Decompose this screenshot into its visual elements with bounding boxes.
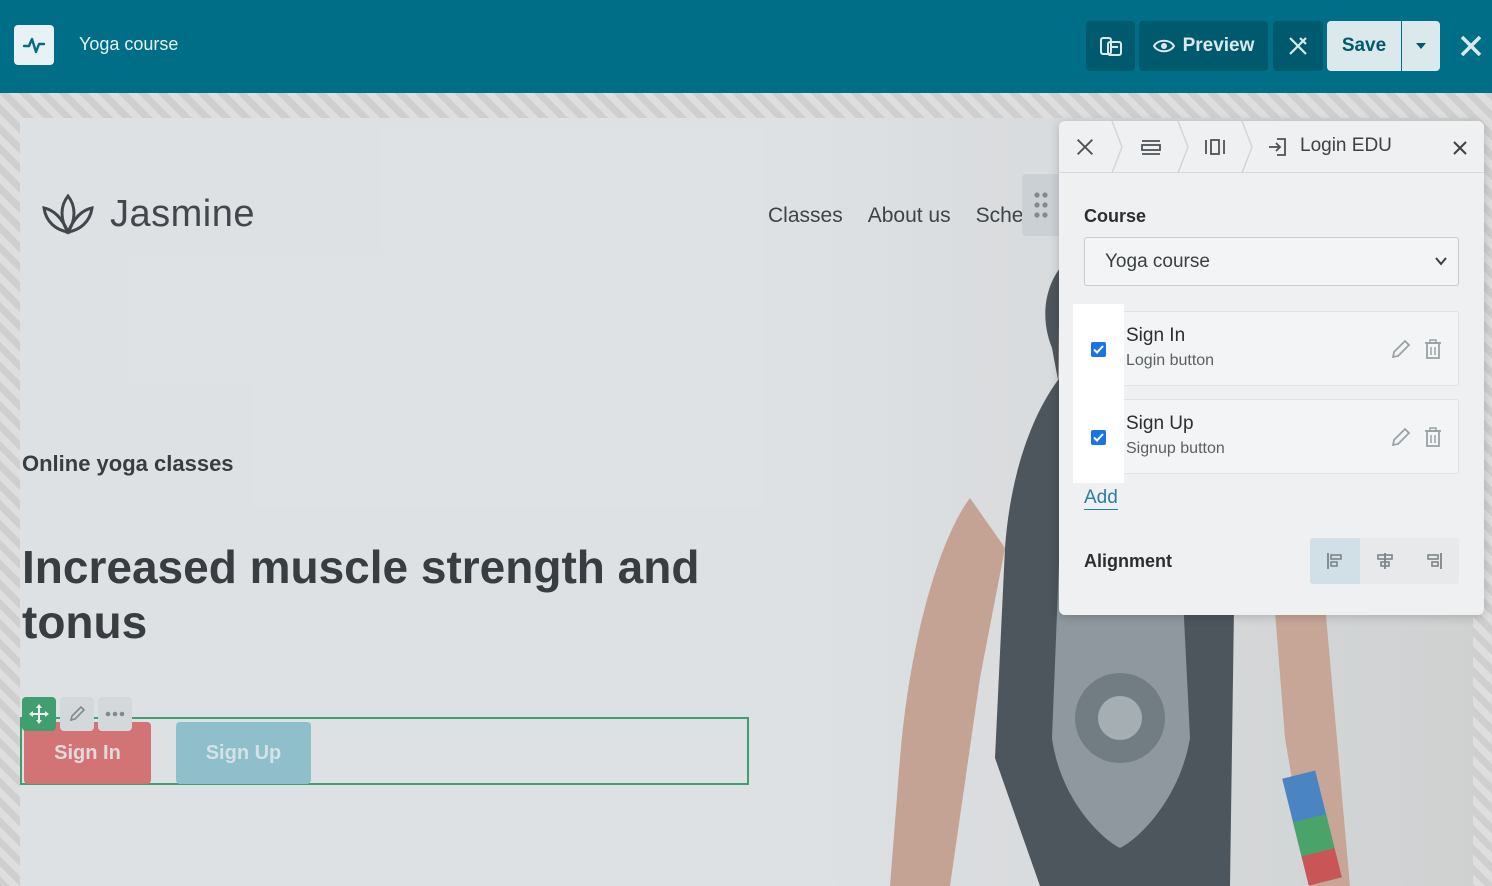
preview-label: Preview (1182, 35, 1255, 56)
element-settings-panel: Login EDU Course Yoga course Sign In Log… (1059, 121, 1484, 615)
item-checkbox[interactable] (1091, 342, 1106, 357)
item-checkbox[interactable] (1091, 430, 1106, 445)
more-icon (105, 711, 125, 717)
nav-item-about[interactable]: About us (868, 204, 951, 228)
site-nav: Classes About us Sche (768, 204, 1023, 228)
lotus-icon (42, 193, 94, 235)
sign-in-button[interactable]: Sign In (24, 722, 151, 784)
design-button[interactable] (1273, 21, 1323, 71)
pencil-icon[interactable] (1390, 338, 1412, 360)
trash-icon[interactable] (1422, 426, 1444, 448)
caret-down-icon (1416, 43, 1426, 49)
close-icon (1460, 35, 1482, 57)
item-subtitle: Signup button (1126, 440, 1225, 457)
eye-icon (1152, 39, 1175, 53)
list-item[interactable]: Sign In Login button (1073, 304, 1459, 395)
check-icon (1093, 433, 1104, 442)
preview-button[interactable]: Preview (1139, 21, 1268, 71)
nav-item-classes[interactable]: Classes (768, 204, 843, 228)
course-select-value: Yoga course (1105, 250, 1210, 272)
close-icon (1453, 141, 1467, 155)
save-options-button[interactable] (1402, 21, 1440, 71)
panel-drag-handle[interactable] (1022, 174, 1060, 236)
hero-eyebrow: Online yoga classes (22, 451, 234, 476)
pages-icon (1099, 37, 1122, 56)
move-button[interactable] (22, 697, 56, 731)
align-left-icon (1326, 553, 1342, 569)
column-icon (1205, 139, 1225, 155)
chevron-right-icon (1111, 121, 1123, 173)
align-left-button[interactable] (1310, 538, 1360, 584)
pulse-icon[interactable] (14, 25, 54, 65)
check-icon (1093, 345, 1104, 354)
document-title: Yoga course (79, 34, 179, 54)
breadcrumb-design[interactable] (1059, 121, 1111, 173)
login-icon (1269, 138, 1286, 156)
chevron-right-icon (1177, 121, 1189, 173)
course-select[interactable]: Yoga course (1084, 237, 1459, 286)
element-toolbar (22, 697, 132, 731)
pencil-icon[interactable] (1390, 426, 1412, 448)
align-center-button[interactable] (1359, 538, 1410, 584)
pencil-icon (69, 705, 86, 722)
logo-text: Jasmine (110, 192, 255, 235)
breadcrumb-login-icon (1261, 121, 1293, 173)
editor-toolbar: Yoga course Preview Save (0, 0, 1492, 93)
sign-up-button[interactable]: Sign Up (176, 722, 311, 784)
edit-element-button[interactable] (60, 697, 94, 731)
item-checkbox-area[interactable] (1073, 392, 1124, 483)
nav-item-schedule[interactable]: Sche (976, 204, 1024, 228)
breadcrumb-section[interactable] (1125, 121, 1177, 173)
design-tools-icon (1289, 37, 1307, 55)
section-icon (1141, 140, 1161, 155)
site-logo[interactable]: Jasmine (40, 192, 255, 236)
align-right-icon (1427, 553, 1443, 569)
add-item-link[interactable]: Add (1084, 487, 1118, 510)
hero-headline: Increased muscle strength and tonus (22, 541, 700, 648)
design-tools-icon (1077, 139, 1093, 155)
list-item[interactable]: Sign Up Signup button (1073, 392, 1459, 483)
panel-close-button[interactable] (1447, 135, 1473, 161)
item-checkbox-area[interactable] (1073, 304, 1124, 395)
alignment-group (1310, 538, 1459, 584)
align-right-button[interactable] (1409, 538, 1459, 584)
breadcrumb-column[interactable] (1189, 121, 1241, 173)
item-subtitle: Login button (1126, 352, 1215, 369)
save-button[interactable]: Save (1327, 21, 1401, 71)
course-label: Course (1084, 206, 1147, 226)
breadcrumb-current: Login EDU (1300, 135, 1392, 156)
move-icon (29, 704, 49, 724)
more-options-button[interactable] (98, 697, 132, 731)
pages-button[interactable] (1086, 21, 1135, 71)
close-editor-button[interactable] (1455, 26, 1487, 66)
chevron-down-icon (1435, 257, 1447, 266)
grip-icon (1034, 192, 1048, 218)
alignment-label: Alignment (1084, 551, 1172, 571)
item-title: Sign In (1126, 325, 1186, 346)
chevron-right-icon (1241, 121, 1253, 173)
breadcrumb: Login EDU (1059, 121, 1484, 173)
align-center-icon (1376, 553, 1393, 569)
item-title: Sign Up (1126, 413, 1194, 434)
trash-icon[interactable] (1422, 338, 1444, 360)
